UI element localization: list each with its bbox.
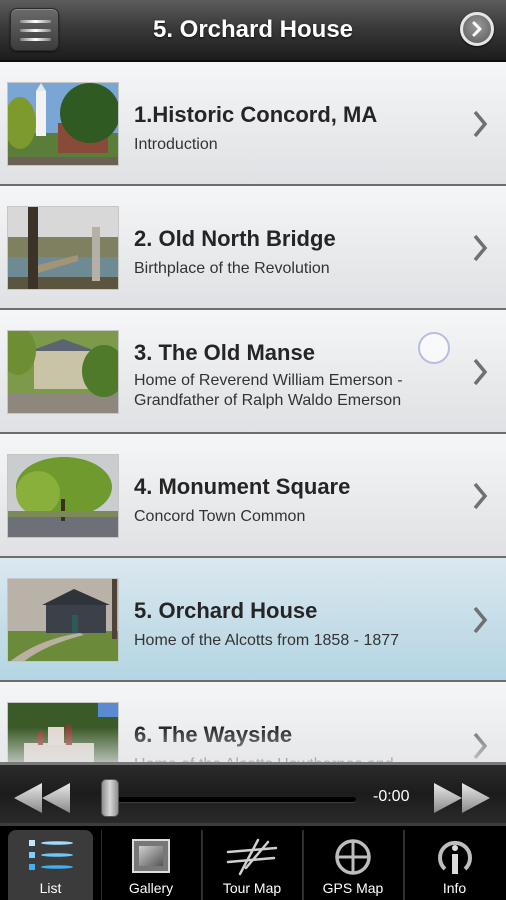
stop-title: 3. The Old Manse [134, 340, 315, 365]
tour-map-icon [226, 838, 278, 876]
fast-forward-icon[interactable] [434, 783, 492, 813]
stop-subtitle: Concord Town Common [134, 508, 306, 525]
tab-label: Info [442, 880, 467, 896]
stop-thumbnail [7, 330, 119, 414]
list-item[interactable]: 1.Historic Concord, MA Introduction [0, 62, 506, 186]
page-title: 5. Orchard House [152, 16, 354, 43]
stop-title: 4. Monument Square [134, 474, 351, 499]
tab-label: List [39, 880, 62, 896]
stop-thumbnail [7, 82, 119, 166]
next-stop-button[interactable] [460, 12, 494, 46]
tab-info[interactable]: Info [404, 830, 505, 900]
chevron-right-icon [473, 606, 488, 634]
gps-crosshair-icon [335, 839, 371, 875]
stop-title: 2. Old North Bridge [134, 226, 336, 251]
stop-thumbnail [7, 206, 119, 290]
touch-indicator [418, 332, 450, 364]
chevron-right-icon [473, 482, 488, 510]
list-fade [0, 727, 506, 762]
tab-gps-map[interactable]: GPS Map [303, 830, 404, 900]
bottom-tab-bar: List Gallery Tour Map GPS Map Info [0, 826, 506, 900]
stop-subtitle: Home of Reverend William Emerson - Grand… [134, 372, 403, 409]
stop-thumbnail [7, 578, 119, 662]
list-icon [28, 840, 73, 870]
tour-stop-list[interactable]: 1.Historic Concord, MA Introduction 2. O… [0, 62, 506, 762]
stop-subtitle: Home of the Alcotts from 1858 - 1877 [134, 632, 400, 649]
list-item[interactable]: 3. The Old Manse Home of Reverend Willia… [0, 310, 506, 434]
stop-subtitle: Birthplace of the Revolution [134, 260, 330, 277]
tab-label: GPS Map [322, 880, 384, 896]
audio-player: -0:00 [0, 762, 506, 826]
stop-title: 5. Orchard House [134, 598, 318, 623]
header-bar: 5. Orchard House [0, 0, 506, 62]
rewind-icon[interactable] [14, 783, 72, 813]
info-icon [437, 840, 472, 874]
list-item-selected[interactable]: 5. Orchard House Home of the Alcotts fro… [0, 558, 506, 682]
gallery-icon [132, 839, 170, 873]
seek-track[interactable] [112, 797, 356, 802]
tab-label: Tour Map [222, 880, 282, 896]
stop-title: 1.Historic Concord, MA [134, 102, 378, 127]
tab-label: Gallery [128, 880, 174, 896]
time-remaining: -0:00 [373, 788, 410, 805]
chevron-right-icon [473, 110, 488, 138]
tab-gallery[interactable]: Gallery [101, 830, 202, 900]
tab-tour-map[interactable]: Tour Map [202, 830, 303, 900]
circle-chevron-right-icon [472, 21, 482, 37]
chevron-right-icon [473, 234, 488, 262]
list-item[interactable]: 4. Monument Square Concord Town Common [0, 434, 506, 558]
seek-slider-handle[interactable] [101, 779, 119, 817]
stop-subtitle: Introduction [134, 136, 218, 153]
list-item[interactable]: 2. Old North Bridge Birthplace of the Re… [0, 186, 506, 310]
chevron-right-icon [473, 358, 488, 386]
stop-thumbnail [7, 454, 119, 538]
tab-list[interactable]: List [8, 830, 93, 900]
